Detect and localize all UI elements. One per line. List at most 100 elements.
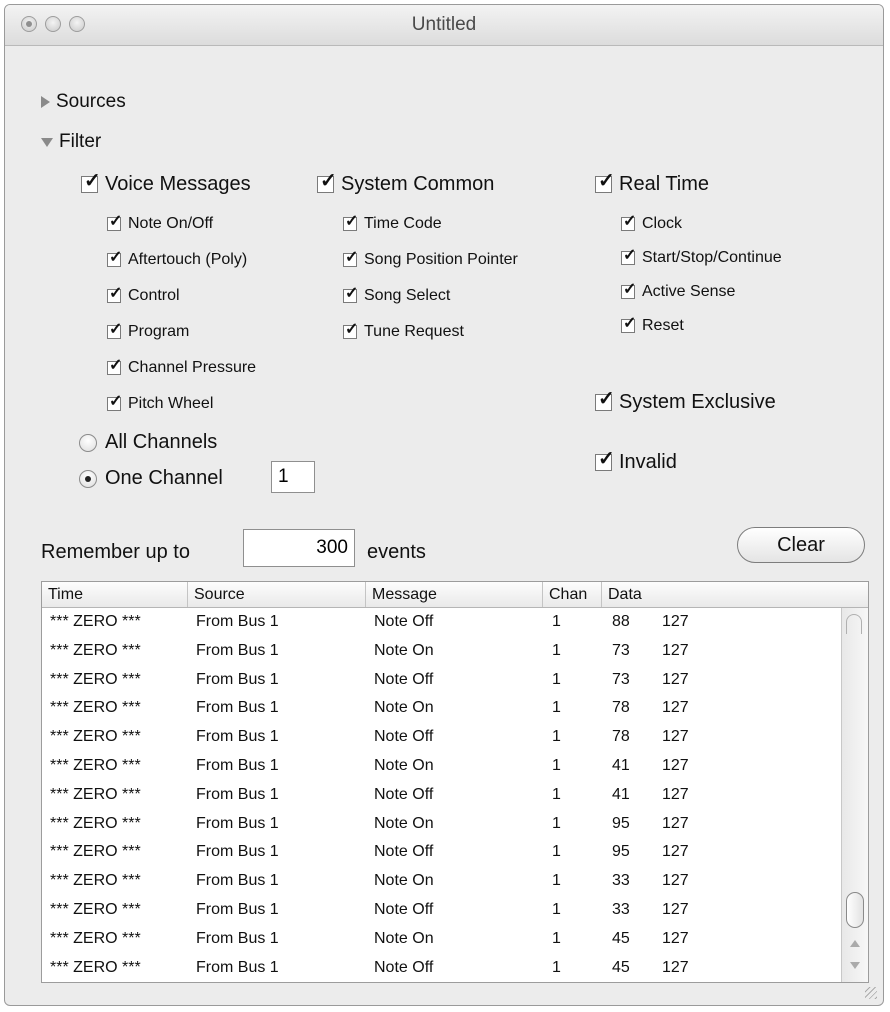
check-icon: ✓ [345, 285, 359, 302]
sources-disclosure[interactable]: Sources [41, 91, 126, 113]
table-row[interactable]: *** ZERO *** From Bus 1 Note On 1 95 127 [42, 810, 842, 839]
checkbox-box[interactable]: ✓ [107, 394, 122, 411]
title-bar[interactable]: Untitled [5, 5, 883, 46]
cell-source: From Bus 1 [196, 958, 279, 976]
checkbox-box[interactable]: ✓ [107, 250, 122, 267]
table-row[interactable]: *** ZERO *** From Bus 1 Note On 1 41 127 [42, 752, 842, 781]
checkbox-box[interactable]: ✓ [107, 357, 123, 375]
table-row[interactable]: *** ZERO *** From Bus 1 Note On 1 45 127 [42, 925, 842, 954]
checkbox-label: Song Select [364, 287, 451, 304]
active-sense-checkbox[interactable]: ✓ Active Sense [621, 282, 735, 301]
checkbox-box[interactable]: ✓ [317, 171, 337, 193]
table-row[interactable]: *** ZERO *** From Bus 1 Note Off 1 88 127 [42, 608, 842, 637]
cell-data-1: 95 [612, 814, 630, 832]
disclosure-collapsed-icon[interactable] [41, 96, 50, 108]
table-row[interactable]: *** ZERO *** From Bus 1 Note Off 1 45 127 [42, 954, 842, 982]
column-header-source[interactable]: Source [188, 582, 366, 607]
checkbox-label: Program [128, 323, 190, 340]
cell-message: Note Off [374, 843, 434, 861]
cell-source: From Bus 1 [196, 613, 279, 630]
column-header-message[interactable]: Message [366, 582, 543, 607]
filter-disclosure[interactable]: Filter [41, 131, 101, 153]
voice-messages-checkbox[interactable]: ✓ Voice Messages [81, 171, 251, 196]
vertical-scrollbar[interactable] [841, 608, 868, 982]
cell-source: From Bus 1 [196, 756, 279, 774]
event-table[interactable]: Time Source Message Chan Data *** ZERO *… [41, 581, 869, 983]
table-row[interactable]: *** ZERO *** From Bus 1 Note On 1 73 127 [42, 637, 842, 666]
cell-time: *** ZERO *** [50, 699, 141, 717]
checkbox-box[interactable]: ✓ [107, 213, 123, 231]
cell-data-2: 127 [662, 814, 689, 832]
table-row[interactable]: *** ZERO *** From Bus 1 Note On 1 78 127 [42, 694, 842, 723]
start-stop-continue-checkbox[interactable]: ✓ Start/Stop/Continue [621, 248, 782, 267]
radio-button[interactable] [79, 469, 97, 488]
column-header-chan[interactable]: Chan [543, 582, 602, 607]
note-on-off-checkbox[interactable]: ✓ Note On/Off [107, 213, 214, 233]
checkbox-box[interactable]: ✓ [621, 248, 636, 265]
disclosure-expanded-icon[interactable] [41, 137, 53, 147]
real-time-checkbox[interactable]: ✓ Real Time [595, 171, 710, 196]
window-title: Untitled [411, 14, 477, 35]
cell-data-2: 127 [662, 670, 689, 688]
checkbox-box[interactable]: ✓ [343, 321, 359, 339]
checkbox-label: System Exclusive [619, 391, 776, 413]
resize-grip-icon[interactable] [865, 987, 877, 999]
checkbox-box[interactable]: ✓ [107, 286, 122, 303]
pitch-wheel-checkbox[interactable]: ✓ Pitch Wheel [107, 394, 213, 413]
aftertouch-checkbox[interactable]: ✓ Aftertouch (Poly) [107, 250, 248, 269]
cell-time: *** ZERO *** [50, 900, 141, 918]
check-icon: ✓ [109, 213, 123, 230]
cell-message: Note Off [374, 785, 434, 803]
checkbox-box[interactable]: ✓ [595, 171, 615, 193]
table-row[interactable]: *** ZERO *** From Bus 1 Note Off 1 73 127 [42, 666, 842, 695]
checkbox-box[interactable]: ✓ [621, 316, 636, 333]
song-position-pointer-checkbox[interactable]: ✓ Song Position Pointer [343, 250, 518, 269]
checkbox-box[interactable]: ✓ [343, 250, 358, 267]
program-checkbox[interactable]: ✓ Program [107, 322, 190, 341]
time-code-checkbox[interactable]: ✓ Time Code [343, 214, 442, 233]
tune-request-checkbox[interactable]: ✓ Tune Request [343, 321, 464, 341]
scroll-up-arrow-icon[interactable] [850, 940, 860, 947]
table-row[interactable]: *** ZERO *** From Bus 1 Note Off 1 95 127 [42, 838, 842, 867]
checkbox-box[interactable]: ✓ [621, 214, 636, 231]
reset-checkbox[interactable]: ✓ Reset [621, 316, 684, 335]
scroll-thumb[interactable] [846, 892, 864, 928]
checkbox-box[interactable]: ✓ [621, 282, 636, 299]
column-header-time[interactable]: Time [42, 582, 188, 607]
one-channel-radio[interactable]: One Channel [79, 467, 223, 490]
cell-time: *** ZERO *** [50, 641, 141, 659]
check-icon: ✓ [109, 357, 123, 374]
checkbox-label: Real Time [619, 173, 710, 195]
channel-pressure-checkbox[interactable]: ✓ Channel Pressure [107, 357, 256, 377]
channel-number-field[interactable] [271, 461, 315, 493]
checkbox-box[interactable]: ✓ [595, 389, 615, 411]
checkbox-box[interactable]: ✓ [343, 214, 358, 231]
all-channels-radio[interactable]: All Channels [79, 431, 217, 454]
table-row[interactable]: *** ZERO *** From Bus 1 Note On 1 33 127 [42, 867, 842, 896]
check-icon: ✓ [345, 321, 359, 338]
invalid-checkbox[interactable]: ✓ Invalid [595, 449, 677, 474]
checkbox-box[interactable]: ✓ [107, 322, 122, 339]
table-body: *** ZERO *** From Bus 1 Note Off 1 88 127 *** … [42, 608, 842, 982]
table-row[interactable]: *** ZERO *** From Bus 1 Note Off 1 33 127 [42, 896, 842, 925]
events-suffix-label: events [367, 541, 426, 563]
checkbox-label: Aftertouch (Poly) [128, 251, 248, 268]
cell-chan: 1 [552, 958, 561, 976]
system-exclusive-checkbox[interactable]: ✓ System Exclusive [595, 389, 776, 414]
clear-button[interactable]: Clear [737, 527, 865, 563]
checkbox-box[interactable]: ✓ [81, 171, 101, 193]
system-common-checkbox[interactable]: ✓ System Common [317, 171, 494, 196]
song-select-checkbox[interactable]: ✓ Song Select [343, 285, 451, 305]
control-checkbox[interactable]: ✓ Control [107, 286, 180, 305]
radio-button[interactable] [79, 433, 97, 452]
checkbox-label: Note On/Off [128, 215, 214, 232]
history-count-field[interactable] [243, 529, 355, 567]
scroll-down-arrow-icon[interactable] [850, 962, 860, 969]
clock-checkbox[interactable]: ✓ Clock [621, 214, 682, 233]
checkbox-box[interactable]: ✓ [343, 285, 359, 303]
table-row[interactable]: *** ZERO *** From Bus 1 Note Off 1 78 127 [42, 723, 842, 752]
column-header-data[interactable]: Data [602, 582, 868, 607]
table-row[interactable]: *** ZERO *** From Bus 1 Note Off 1 41 127 [42, 781, 842, 810]
checkbox-box[interactable]: ✓ [595, 449, 615, 471]
cell-time: *** ZERO *** [50, 756, 141, 774]
